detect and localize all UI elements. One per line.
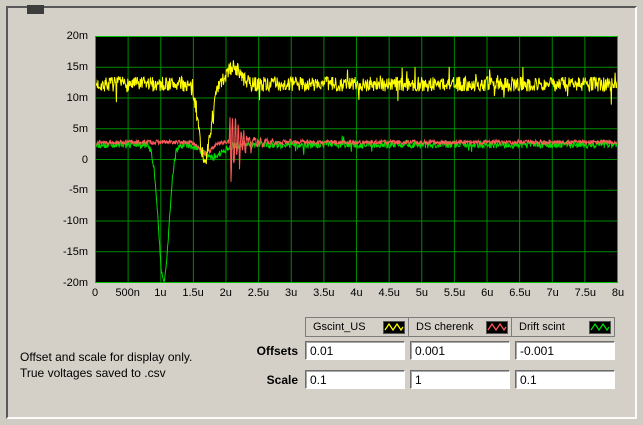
note-line-1: Offset and scale for display only. [20,350,193,364]
waveform-glyph-icon [486,320,508,334]
waveform-plot-area [95,36,618,283]
waveform-glyph-icon [383,320,405,334]
y-axis: 20m 15m 10m 5m 0 -5m -10m -15m -20m [30,30,88,289]
y-tick-label: -15m [62,246,88,259]
legend-item-label: Drift scint [519,321,565,333]
waveform-graph [95,36,618,283]
decoration-notch [27,5,44,14]
legend-item-label: DS cherenk [416,321,474,333]
scale-input-2[interactable] [410,370,510,389]
offsets-label: Offsets [256,344,298,358]
offset-input-1[interactable] [305,341,405,360]
legend-item-ds-cherenk[interactable]: DS cherenk [408,317,512,337]
offset-input-3[interactable] [515,341,615,360]
y-tick-label: 15m [66,60,88,73]
scale-input-1[interactable] [305,370,405,389]
scale-input-3[interactable] [515,370,615,389]
y-tick-label: 5m [72,122,88,135]
legend-item-label: Gscint_US [313,321,366,333]
legend-item-drift-scint[interactable]: Drift scint [511,317,615,337]
legend-item-gscint-us[interactable]: Gscint_US [305,317,409,337]
y-tick-label: 20m [66,30,88,42]
offset-input-2[interactable] [410,341,510,360]
x-tick-label: 8u [611,287,625,299]
y-tick-label: -10m [62,215,88,228]
note-line-2: True voltages saved to .csv [20,366,166,380]
display-note: Offset and scale for display only. True … [20,349,192,381]
waveform-glyph-icon [589,320,611,334]
y-tick-label: 0 [81,153,88,166]
scale-label: Scale [266,373,298,387]
y-tick-label: 10m [66,91,88,104]
y-tick-label: -5m [69,184,88,197]
plot-legend: Gscint_US DS cherenk Drift scint [305,317,615,337]
x-axis: 0 500n 1u 1.5u 2u 2.5u 3u 3.5u 4u 4.5u 5u 5.5u 6u 6.5… [92,287,624,301]
